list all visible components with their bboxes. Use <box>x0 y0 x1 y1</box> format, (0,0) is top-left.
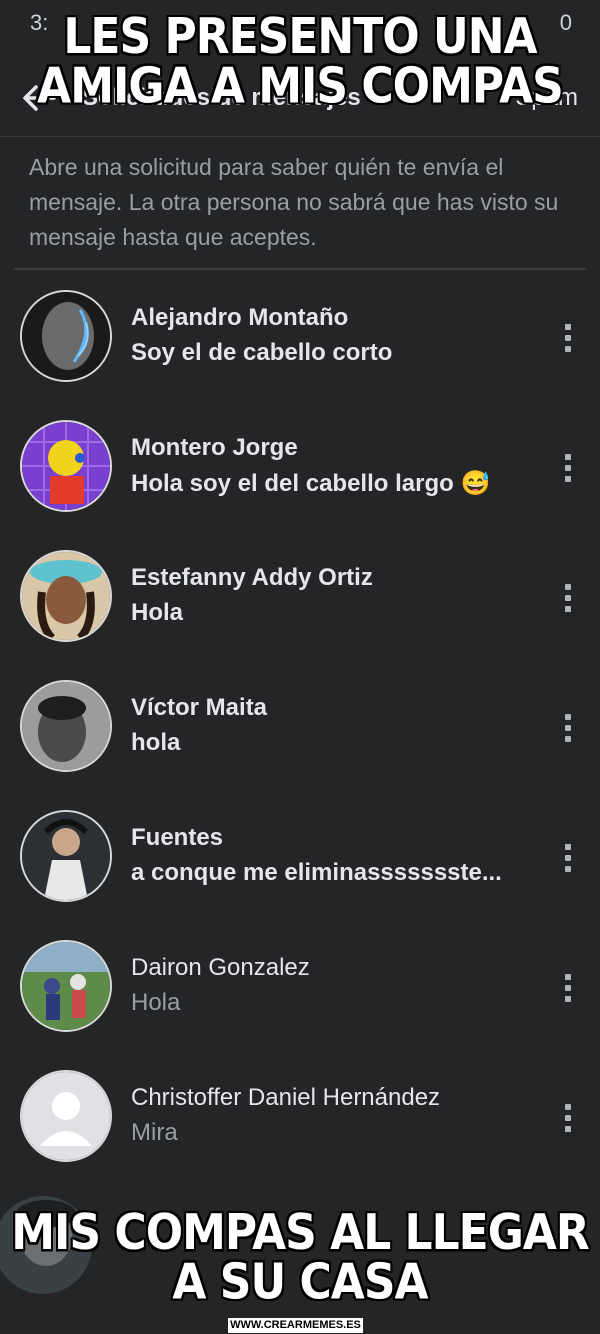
avatar <box>20 940 112 1032</box>
request-item[interactable]: Montero Jorge Hola soy el del cabello la… <box>0 412 600 542</box>
avatar <box>20 290 112 382</box>
request-item[interactable]: Víctor Maita hola <box>0 672 600 802</box>
meme-top-caption: LES PRESENTO UNA AMIGA A MIS COMPAS <box>37 8 564 115</box>
request-message: Hola soy el del cabello largo 😅 <box>131 470 491 497</box>
request-message: hola <box>131 729 181 756</box>
request-item[interactable]: Christoffer Daniel Hernández Mira <box>0 1062 600 1192</box>
request-name: Christoffer Daniel Hernández <box>131 1084 441 1111</box>
request-message: Hola <box>131 989 181 1016</box>
more-options-icon[interactable] <box>560 454 576 482</box>
avatar <box>20 810 112 902</box>
avatar <box>20 1070 112 1162</box>
more-options-icon[interactable] <box>560 584 576 612</box>
more-options-icon[interactable] <box>560 714 576 742</box>
meme-bottom-caption: MIS COMPAS AL LLEGAR A SU CASA <box>11 1204 590 1311</box>
divider <box>14 268 586 270</box>
watermark: WWW.CREARMEMES.ES <box>228 1318 363 1333</box>
request-name: Alejandro Montaño <box>131 304 349 331</box>
more-options-icon[interactable] <box>560 1104 576 1132</box>
more-options-icon[interactable] <box>560 324 576 352</box>
request-message: Hola <box>131 599 184 626</box>
request-item[interactable]: Dairon Gonzalez Hola <box>0 932 600 1062</box>
request-name: Dairon Gonzalez <box>131 954 310 981</box>
request-message: a conque me eliminassssssste... <box>131 859 502 886</box>
request-item[interactable]: Fuentes a conque me eliminassssssste... <box>0 802 600 932</box>
request-name: Fuentes <box>131 824 224 851</box>
avatar <box>20 680 112 772</box>
more-options-icon[interactable] <box>560 844 576 872</box>
avatar <box>20 550 112 642</box>
request-message: Soy el de cabello corto <box>131 339 393 366</box>
request-item[interactable]: Estefanny Addy Ortiz Hola <box>0 542 600 672</box>
request-name: Montero Jorge <box>131 434 298 461</box>
avatar <box>20 420 112 512</box>
request-message: Mira <box>131 1119 178 1146</box>
request-item[interactable]: Alejandro Montaño Soy el de cabello cort… <box>0 282 600 412</box>
info-text: Abre una solicitud para saber quién te e… <box>29 154 559 250</box>
request-name: Estefanny Addy Ortiz <box>131 564 373 591</box>
request-name: Víctor Maita <box>131 694 268 721</box>
more-options-icon[interactable] <box>560 974 576 1002</box>
message-requests-list: Alejandro Montaño Soy el de cabello cort… <box>0 282 600 1192</box>
